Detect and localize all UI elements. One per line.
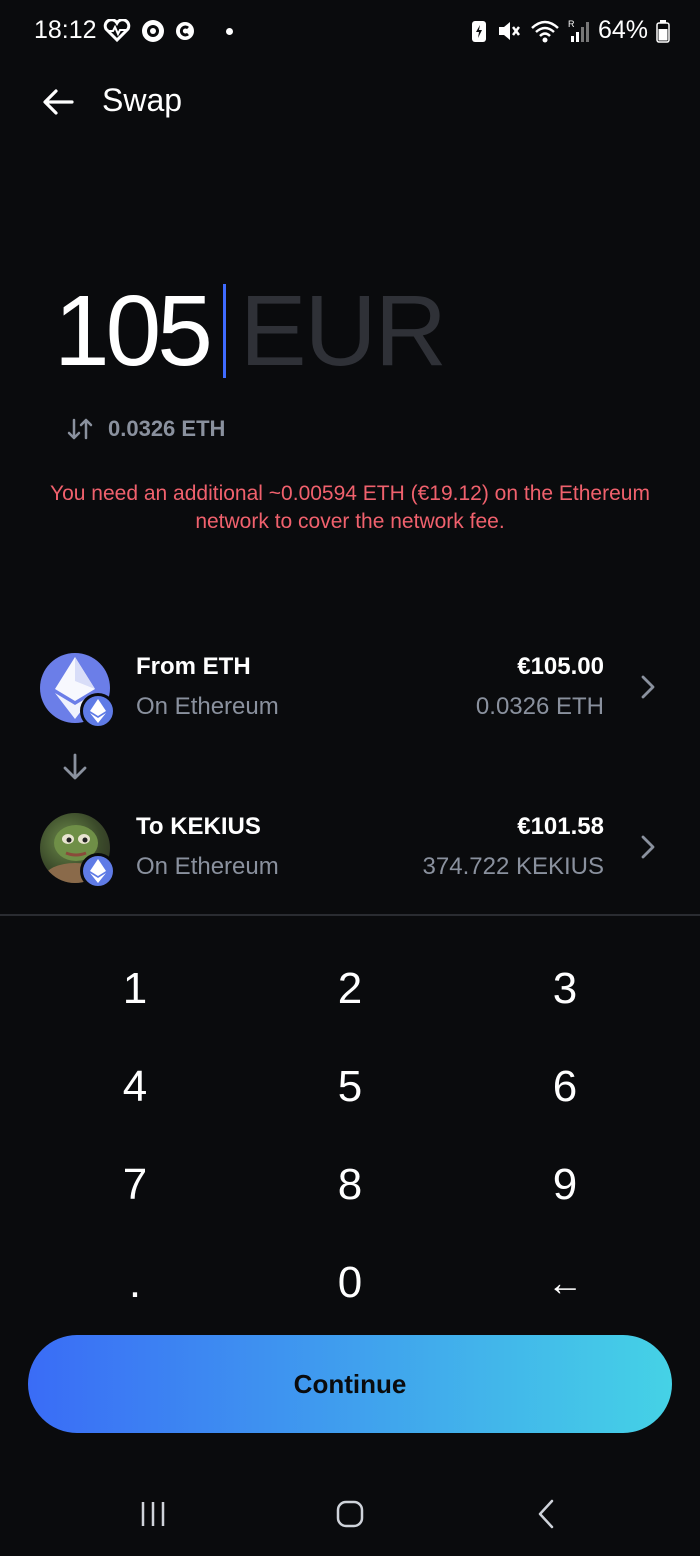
chevron-right-icon — [641, 835, 655, 859]
svg-text:R: R — [568, 19, 575, 29]
home-button[interactable] — [320, 1494, 380, 1534]
text-caret — [222, 284, 226, 378]
status-right-icons: R 64% — [470, 16, 670, 45]
key-0[interactable]: 0 — [270, 1238, 430, 1328]
continue-button[interactable]: Continue — [28, 1335, 672, 1433]
status-left-icons — [102, 18, 233, 44]
divider — [0, 914, 700, 916]
from-title: From ETH — [136, 653, 251, 680]
from-crypto-value: 0.0326 ETH — [475, 693, 604, 720]
system-nav-bar — [0, 1470, 700, 1556]
heart-wave-icon — [103, 19, 131, 43]
amount-currency: EUR — [239, 274, 447, 387]
chevron-right-icon — [641, 675, 655, 699]
ethereum-network-badge-icon — [80, 693, 116, 729]
from-fiat-value: €105.00 — [517, 653, 604, 680]
recent-apps-icon — [141, 1502, 165, 1526]
key-8[interactable]: 8 — [270, 1140, 430, 1230]
system-back-button[interactable] — [516, 1494, 576, 1534]
key-1[interactable]: 1 — [55, 944, 215, 1034]
battery-saver-icon — [471, 20, 486, 42]
status-bar: 18:12 R 64% — [0, 0, 700, 64]
dot-icon — [226, 27, 233, 35]
from-asset-row[interactable]: From ETH On Ethereum €105.00 0.0326 ETH — [0, 653, 700, 743]
key-backspace[interactable]: ← — [485, 1238, 645, 1328]
swap-vertical-icon — [67, 418, 93, 440]
chevron-left-icon — [538, 1499, 554, 1529]
conversion-toggle[interactable]: 0.0326 ETH — [66, 416, 225, 442]
signal-icon: R — [568, 19, 589, 42]
key-9[interactable]: 9 — [485, 1140, 645, 1230]
record-icon — [142, 20, 164, 42]
amount-value: 105 — [54, 274, 213, 387]
status-time: 18:12 — [34, 16, 97, 44]
key-4[interactable]: 4 — [55, 1042, 215, 1132]
back-button[interactable] — [36, 80, 80, 124]
amount-input[interactable]: 105 EUR — [54, 274, 447, 387]
conversion-value: 0.0326 ETH — [108, 416, 226, 441]
home-icon — [336, 1500, 364, 1528]
from-network: On Ethereum — [136, 693, 279, 720]
to-network: On Ethereum — [136, 853, 279, 880]
key-3[interactable]: 3 — [485, 944, 645, 1034]
arrow-left-icon — [43, 89, 74, 115]
key-5[interactable]: 5 — [270, 1042, 430, 1132]
key-2[interactable]: 2 — [270, 944, 430, 1034]
wifi-icon — [531, 20, 559, 42]
page-title: Swap — [102, 82, 183, 118]
key-7[interactable]: 7 — [55, 1140, 215, 1230]
header: Swap — [0, 70, 700, 134]
network-fee-warning: You need an additional ~0.00594 ETH (€19… — [50, 482, 650, 533]
to-fiat-value: €101.58 — [517, 813, 604, 840]
arrow-down-icon — [63, 753, 87, 780]
mute-icon — [498, 21, 520, 40]
to-title: To KEKIUS — [136, 813, 261, 840]
recent-apps-button[interactable] — [123, 1494, 183, 1534]
c-icon — [176, 22, 194, 40]
ethereum-network-badge-icon — [80, 853, 116, 889]
to-asset-row[interactable]: To KEKIUS On Ethereum €101.58 374.722 KE… — [0, 813, 700, 903]
battery-icon — [656, 19, 670, 43]
key-6[interactable]: 6 — [485, 1042, 645, 1132]
to-crypto-value: 374.722 KEKIUS — [422, 853, 604, 880]
key-decimal[interactable]: . — [55, 1238, 215, 1328]
battery-percent: 64% — [597, 16, 648, 44]
